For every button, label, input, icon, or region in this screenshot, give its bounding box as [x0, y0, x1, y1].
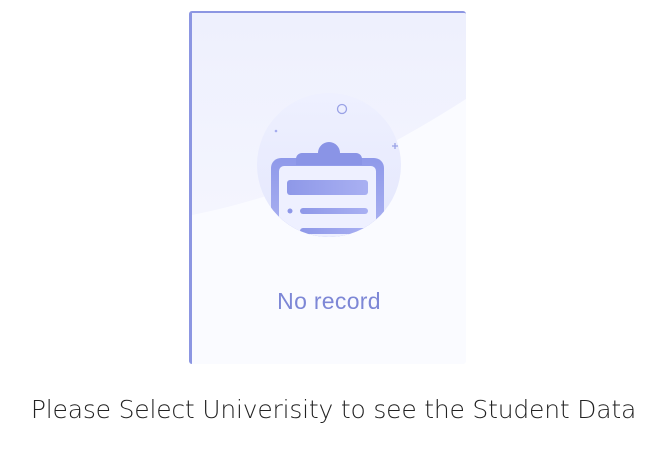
page: No record Please Select Univerisity to s… — [0, 0, 667, 461]
select-university-prompt: Please Select Univerisity to see the Stu… — [30, 395, 637, 424]
empty-state-card: No record — [189, 11, 466, 364]
clipboard-icon — [271, 142, 384, 237]
no-record-label: No record — [277, 288, 381, 314]
sparkle-dot-icon — [274, 129, 278, 133]
